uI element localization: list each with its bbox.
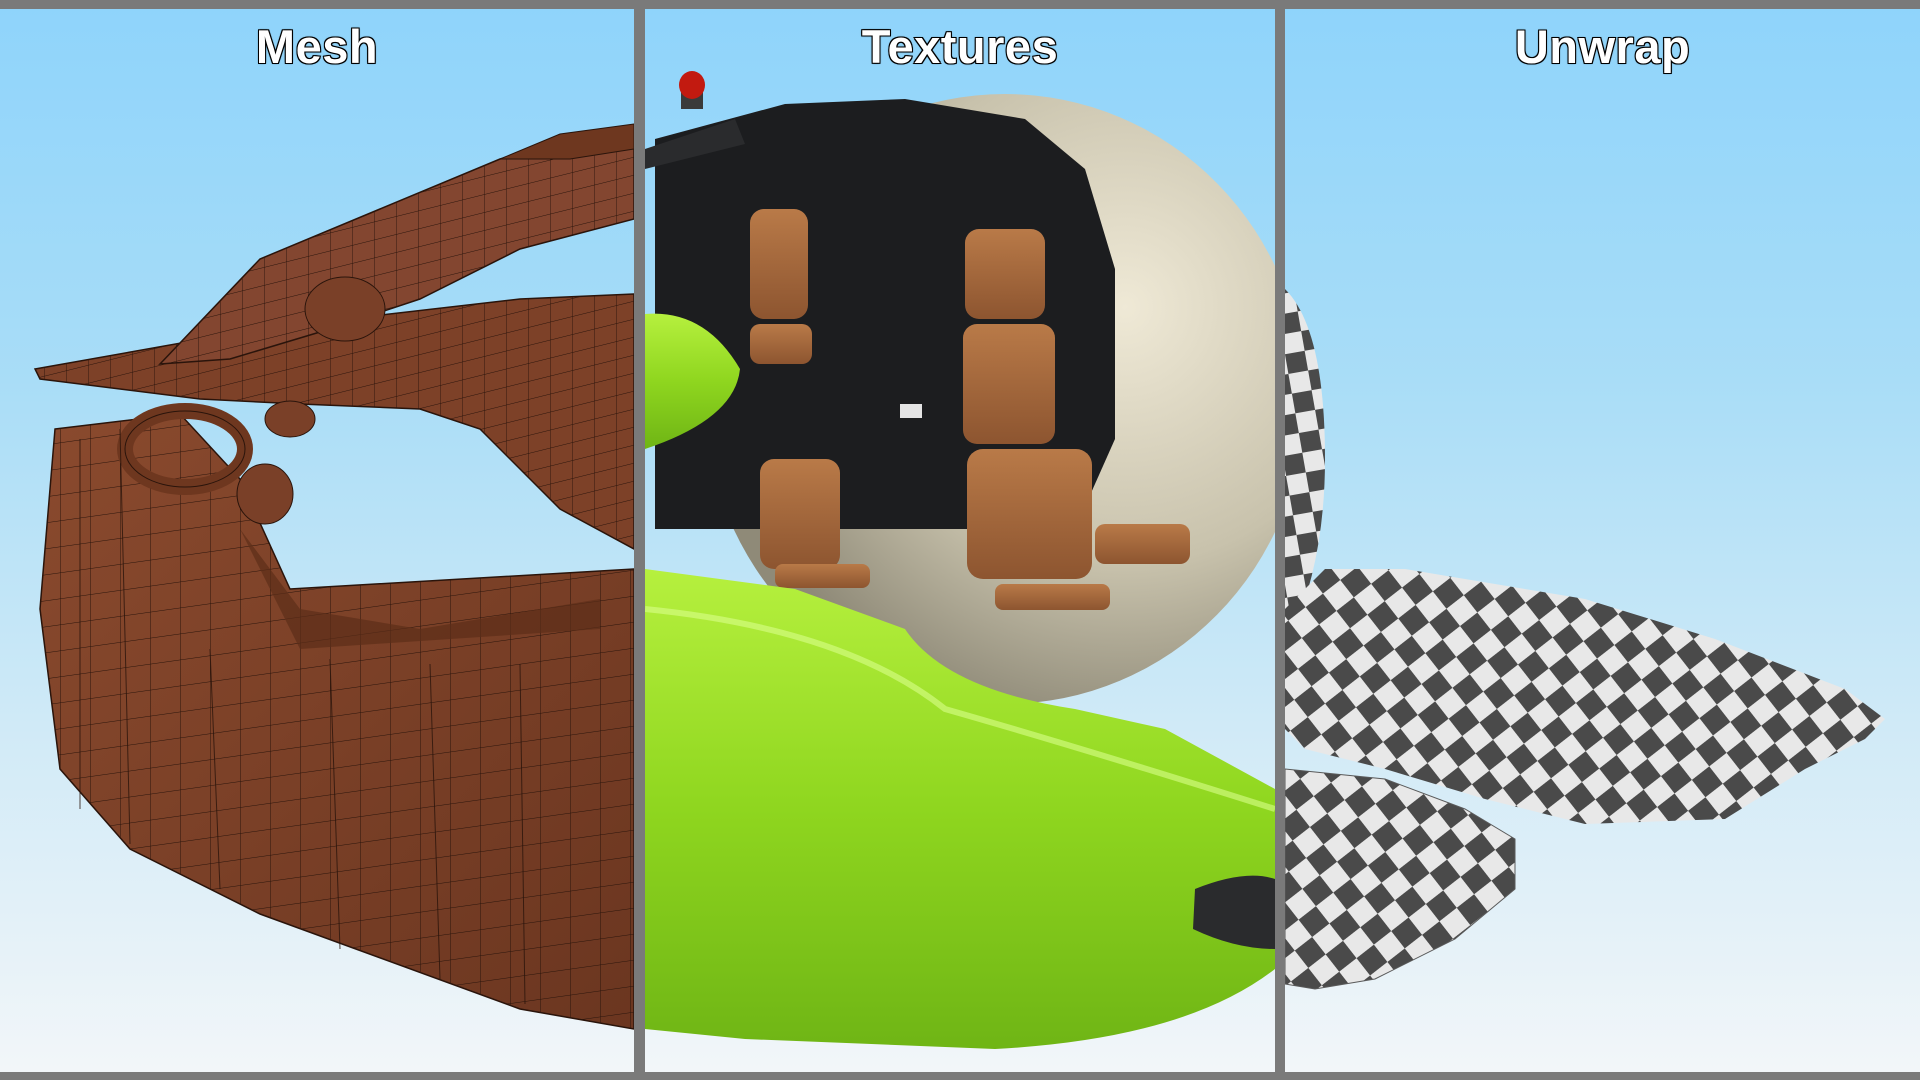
textures-render [645, 71, 1275, 1049]
red-beacon [679, 71, 705, 109]
unwrap-render [1285, 289, 1885, 990]
panel-title-mesh: Mesh [255, 19, 379, 74]
mesh-hull [39, 413, 634, 1030]
mesh-panel: Mesh [0, 9, 634, 1072]
unwrap-pod [1285, 769, 1515, 989]
unwrap-panel: Unwrap [1285, 9, 1920, 1072]
panel-title-unwrap: Unwrap [1514, 19, 1691, 74]
panel-title-textures: Textures [861, 19, 1059, 74]
comparison-frame: Mesh Textures Unwrap [0, 0, 1920, 1080]
textures-panel: Textures [645, 9, 1275, 1072]
mesh-render [33, 123, 634, 1030]
